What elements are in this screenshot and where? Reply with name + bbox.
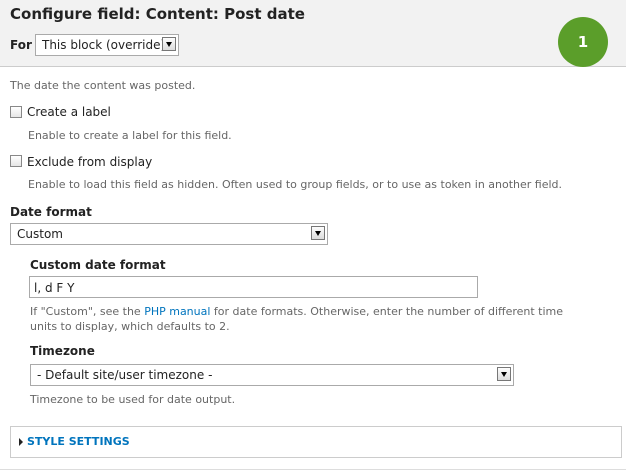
for-select[interactable]: This block (override)	[35, 34, 179, 56]
date-format-label: Date format	[10, 205, 92, 219]
custom-format-input[interactable]: l, d F Y	[29, 276, 478, 298]
style-settings-fieldset[interactable]: STYLE SETTINGS	[10, 426, 622, 458]
for-select-value: This block (override)	[42, 38, 166, 52]
custom-format-help: If "Custom", see the PHP manual for date…	[30, 304, 563, 334]
dialog-header: Configure field: Content: Post date For …	[0, 0, 626, 67]
create-label-checkbox[interactable]	[10, 106, 22, 118]
exclude-description: Enable to load this field as hidden. Oft…	[28, 178, 563, 191]
field-description: The date the content was posted.	[10, 79, 196, 92]
timezone-select[interactable]: - Default site/user timezone -	[30, 364, 514, 386]
chevron-down-icon	[311, 226, 325, 240]
help-text-after: for date formats. Otherwise, enter the n…	[210, 305, 564, 318]
triangle-right-icon	[19, 438, 23, 446]
timezone-value: - Default site/user timezone -	[37, 368, 213, 382]
dialog-title: Configure field: Content: Post date	[10, 5, 305, 23]
php-manual-link[interactable]: PHP manual	[144, 305, 210, 318]
timezone-label: Timezone	[30, 344, 95, 358]
exclude-label[interactable]: Exclude from display	[27, 155, 152, 169]
timezone-description: Timezone to be used for date output.	[30, 393, 236, 406]
help-text-before: If "Custom", see the	[30, 305, 145, 318]
for-label: For	[10, 38, 32, 52]
date-format-value: Custom	[17, 227, 63, 241]
chevron-down-icon	[497, 367, 511, 381]
step-badge: 1	[558, 17, 608, 67]
create-label-description: Enable to create a label for this field.	[28, 129, 232, 142]
create-label-label[interactable]: Create a label	[27, 105, 111, 119]
exclude-checkbox[interactable]	[10, 155, 22, 167]
help-text-line2: units to display, which defaults to 2.	[30, 320, 230, 333]
custom-format-label: Custom date format	[30, 258, 166, 272]
date-format-select[interactable]: Custom	[10, 223, 328, 245]
chevron-down-icon	[162, 37, 176, 51]
divider	[0, 469, 626, 470]
style-settings-title[interactable]: STYLE SETTINGS	[27, 435, 130, 448]
